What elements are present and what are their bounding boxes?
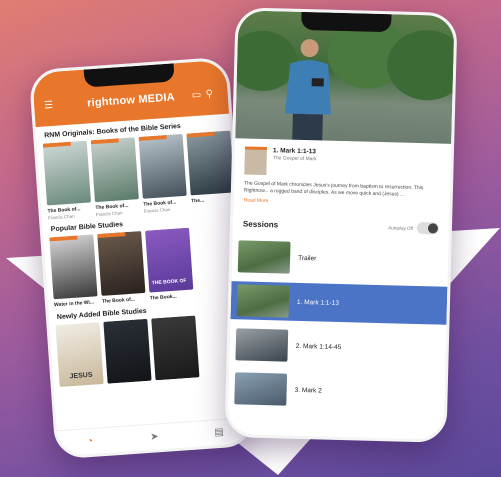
session-item[interactable]: 3. Mark 2 [228,369,445,413]
study-card[interactable]: The Book of... [97,230,146,305]
session-label: 1. Mark 1:1-13 [296,298,339,307]
speaker-figure [284,39,331,141]
study-card[interactable]: THE BOOK OF The Book... [145,227,194,302]
sessions-title: Sessions [242,218,279,229]
study-card[interactable]: The Book of... Francis Chan [138,133,188,214]
autoplay-label: Autoplay Off [388,224,414,231]
session-item[interactable]: Trailer [232,237,449,281]
explore-icon[interactable]: ➤ [148,431,161,444]
section-popular: Popular Bible Studies Water in the Wi...… [42,207,242,308]
session-thumbnail [236,284,290,318]
study-thumbnail: JESUS [55,322,104,388]
thumbnail-title: JESUS [69,371,93,381]
right-phone: 1. Mark 1:1-13 The Gospel of Mark The Go… [224,7,458,443]
study-card[interactable]: JESUS [55,322,104,388]
section-newly-added: Newly Added Bible Studies JESUS [48,295,247,388]
search-icon[interactable]: ⚲ [205,88,218,100]
study-cover [244,146,268,176]
thumbnail-title: THE BOOK OF [151,277,187,287]
study-thumbnail [186,130,235,196]
study-thumbnail [103,318,152,384]
study-info: 1. Mark 1:1-13 The Gospel of Mark [234,138,451,182]
study-thumbnail [151,315,200,381]
section-originals: RNM Originals: Books of the Bible Series… [36,114,236,221]
study-card[interactable] [103,318,152,384]
study-card[interactable]: The Book of... Francis Chan [90,137,140,217]
study-thumbnail [42,140,91,206]
session-thumbnail [234,372,288,406]
session-item[interactable]: 2. Mark 1:14-45 [229,325,446,369]
study-card[interactable]: Water in the Wi... [49,234,98,308]
home-icon[interactable]: ◔ [84,435,97,448]
session-list: Trailer 1. Mark 1:1-13 2. Mark 1:14-45 3… [228,237,448,413]
session-thumbnail [237,240,291,274]
study-thumbnail: THE BOOK OF [145,227,194,293]
study-card[interactable]: The Book of... Francis Chan [42,140,92,220]
study-thumbnail [97,230,146,296]
session-thumbnail [235,328,289,362]
library-icon[interactable]: ▤ [213,426,226,439]
cast-icon[interactable]: ▭ [191,89,204,101]
sessions-header: Sessions Autoplay Off [233,203,450,243]
study-thumbnail [138,133,187,199]
study-title: 1. Mark 1:1-13 [272,147,316,156]
left-phone: ☰ rightnow MEDIA ▭ ⚲ RNM Originals: Book… [28,56,256,460]
study-subtitle: The Gospel of Mark [272,155,317,163]
session-item-active[interactable]: 1. Mark 1:1-13 [230,281,448,325]
autoplay-toggle-group: Autoplay Off [388,221,440,235]
study-name: The... [190,197,205,205]
study-card[interactable]: The... [186,130,235,211]
autoplay-toggle[interactable] [416,221,440,235]
session-label: Trailer [298,254,317,262]
phone-notch [301,11,392,33]
study-thumbnail [49,234,98,300]
study-thumbnail [90,137,139,203]
session-label: 2. Mark 1:14-45 [295,342,342,351]
session-label: 3. Mark 2 [294,386,322,395]
study-card[interactable] [151,315,200,381]
